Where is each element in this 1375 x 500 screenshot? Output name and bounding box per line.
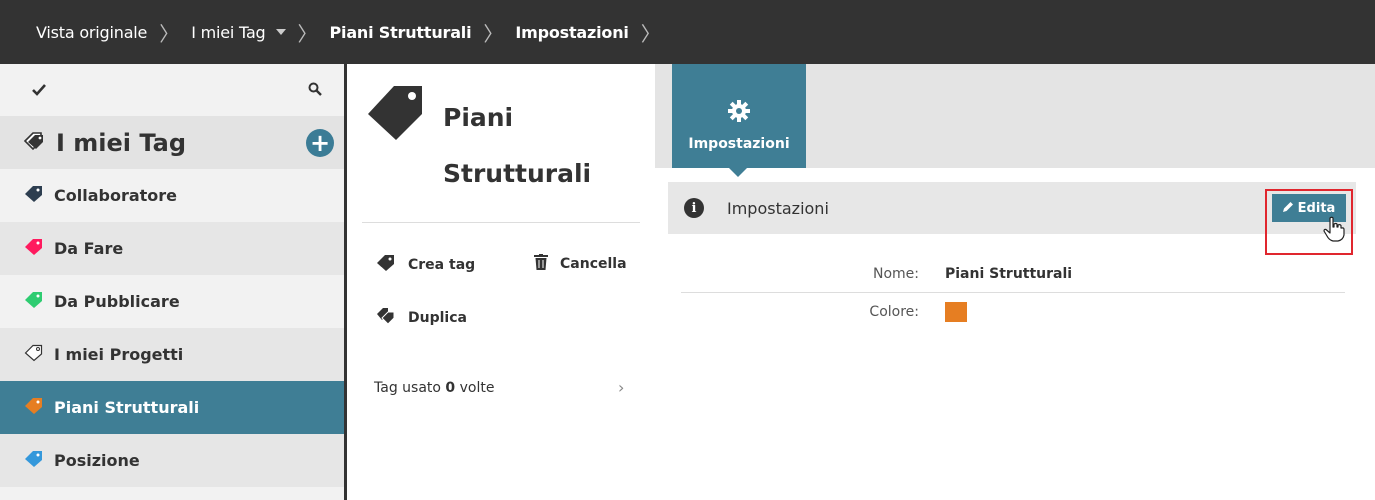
sidebar-title: I miei Tag — [56, 128, 187, 157]
tag-title-line: Strutturali — [443, 159, 592, 188]
action-label: Cancella — [560, 256, 627, 272]
tag-title-line: Piani — [443, 103, 514, 132]
tag-list: Collaboratore Da Fare Da Pubblicare I mi… — [0, 169, 344, 487]
search-icon[interactable] — [308, 81, 322, 100]
tag-icon — [24, 291, 44, 313]
usage-prefix: Tag usato — [374, 380, 441, 396]
breadcrumb-item-impostazioni[interactable]: Impostazioni — [515, 22, 629, 42]
trash-icon — [534, 254, 548, 274]
sidebar-item-collaboratore[interactable]: Collaboratore — [0, 169, 344, 222]
breadcrumb-item-vista-originale[interactable]: Vista originale — [36, 23, 147, 42]
chevron-right-icon: 〉 — [297, 21, 318, 46]
breadcrumb-label: Piani Strutturali — [329, 22, 472, 42]
usage-suffix: volte — [459, 380, 495, 396]
breadcrumb-item-piani-strutturali[interactable]: Piani Strutturali — [330, 23, 472, 42]
tag-icon — [24, 185, 44, 207]
tab-label: Impostazioni — [688, 136, 790, 152]
sidebar-item-piani-strutturali[interactable]: Piani Strutturali — [0, 381, 344, 434]
sidebar: I miei Tag + Collaboratore Da Fare Da Pu… — [0, 64, 347, 500]
tag-icon — [24, 450, 44, 472]
color-label: Colore: — [869, 304, 919, 320]
breadcrumb-label: I miei Tag — [191, 22, 266, 42]
color-field-row: Colore: — [681, 294, 1345, 330]
breadcrumb: Vista originale 〉 I miei Tag 〉 Piani Str… — [0, 0, 1375, 64]
tag-icon — [24, 397, 44, 419]
sidebar-item-da-fare[interactable]: Da Fare — [0, 222, 344, 275]
color-swatch — [945, 302, 967, 322]
tag-icon — [24, 238, 44, 260]
tag-detail-panel: Piani Strutturali Crea tag Cancella Dupl… — [350, 64, 655, 500]
chevron-right-icon: 〉 — [640, 21, 661, 46]
action-label: Duplica — [408, 310, 467, 326]
section-title: Impostazioni — [727, 198, 829, 218]
duplicate-tags-icon — [376, 307, 396, 329]
name-field-row: Nome: Piani Strutturali — [681, 256, 1345, 292]
add-tag-button[interactable]: + — [306, 128, 334, 157]
sidebar-item-da-pubblicare[interactable]: Da Pubblicare — [0, 275, 344, 328]
action-label: Crea tag — [408, 257, 476, 273]
sidebar-item-miei-progetti[interactable]: I miei Progetti — [0, 328, 344, 381]
breadcrumb-label: Impostazioni — [515, 22, 629, 42]
gear-icon — [728, 100, 750, 126]
duplicate-button[interactable]: Duplica — [376, 307, 467, 329]
create-tag-button[interactable]: Crea tag — [376, 254, 475, 276]
caret-down-icon[interactable] — [275, 29, 286, 35]
divider — [362, 222, 640, 223]
tab-strip: Impostazioni — [655, 64, 1375, 177]
hand-cursor-icon — [1323, 216, 1345, 246]
sidebar-item-posizione[interactable]: Posizione — [0, 434, 344, 487]
tag-usage-link[interactable]: Tag usato 0 volte — [374, 380, 494, 396]
tag-label: Piani Strutturali — [54, 398, 200, 417]
name-label: Nome: — [872, 266, 919, 282]
breadcrumb-label: Vista originale — [36, 22, 148, 42]
delete-button[interactable]: Cancella — [534, 254, 627, 274]
tab-impostazioni[interactable]: Impostazioni — [672, 64, 806, 168]
tag-icon — [24, 344, 44, 366]
sidebar-header: I miei Tag + — [0, 116, 344, 169]
checkmark-icon[interactable] — [32, 81, 46, 100]
chevron-right-icon[interactable]: › — [618, 378, 624, 397]
plus-icon: + — [309, 128, 331, 157]
tag-icon — [376, 254, 396, 276]
settings-panel: Impostazioni i Impostazioni Edita Nome: … — [655, 64, 1375, 500]
tag-label: Posizione — [54, 451, 140, 470]
chevron-right-icon: 〉 — [159, 21, 180, 46]
divider — [681, 292, 1345, 293]
large-tag-icon — [364, 82, 426, 142]
usage-count: 0 — [445, 380, 456, 396]
chevron-right-icon: 〉 — [483, 21, 504, 46]
tags-icon — [22, 131, 46, 155]
tag-label: Collaboratore — [54, 186, 178, 205]
pencil-icon — [1282, 201, 1294, 216]
tag-label: I miei Progetti — [54, 345, 184, 364]
info-icon: i — [684, 198, 704, 218]
tag-title: Piani Strutturali — [443, 90, 643, 202]
breadcrumb-item-miei-tag[interactable]: I miei Tag — [191, 22, 286, 42]
section-header: i Impostazioni — [668, 182, 1356, 234]
tag-label: Da Fare — [54, 239, 124, 258]
name-value: Piani Strutturali — [945, 266, 1073, 282]
edit-label: Edita — [1297, 200, 1336, 216]
sidebar-toolbar — [0, 64, 344, 116]
tag-label: Da Pubblicare — [54, 292, 180, 311]
tab-pointer — [729, 168, 747, 177]
